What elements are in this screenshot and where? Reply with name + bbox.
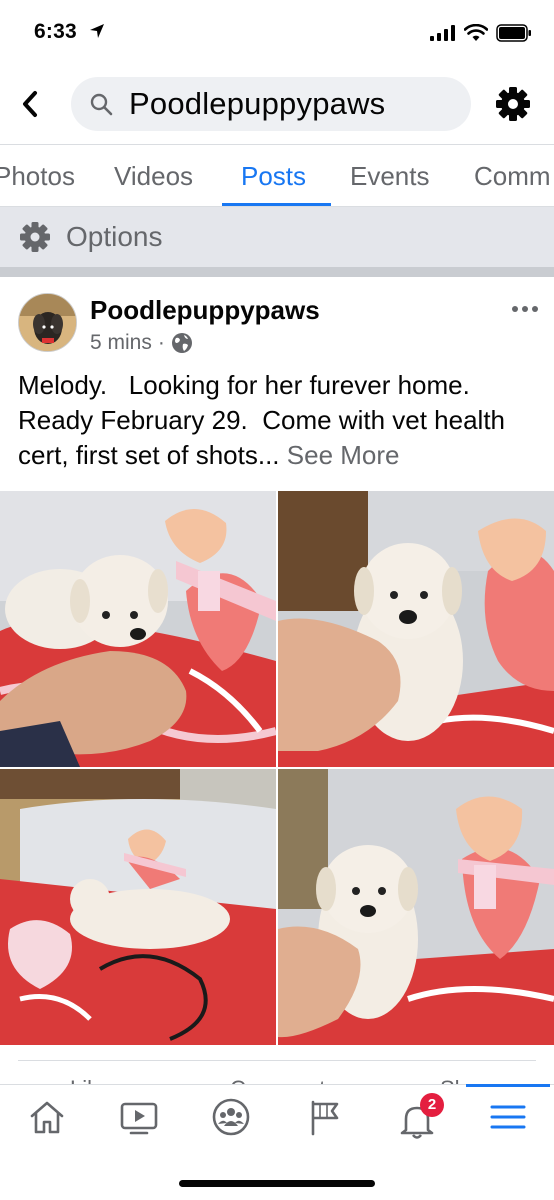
post-meta: 5 mins · — [90, 331, 193, 355]
settings-button[interactable] — [493, 84, 533, 124]
search-query: Poodlepuppypaws — [129, 86, 386, 121]
tab-photos[interactable]: Photos — [0, 161, 75, 192]
back-button[interactable] — [14, 86, 46, 122]
chevron-left-icon — [23, 91, 37, 117]
more-options-icon[interactable] — [510, 303, 540, 315]
see-more-link[interactable]: See More — [287, 440, 400, 470]
active-tab-indicator — [466, 1084, 550, 1087]
status-time: 6:33 — [34, 20, 77, 43]
status-icons — [430, 24, 532, 42]
location-arrow-icon — [90, 24, 104, 38]
tab-posts[interactable]: Posts — [241, 161, 306, 192]
wifi-icon — [464, 24, 488, 41]
post-photo-1[interactable] — [0, 491, 276, 767]
section-separator — [0, 267, 554, 277]
avatar-image — [19, 294, 76, 351]
post-photo-4[interactable] — [278, 769, 554, 1045]
cellular-signal-icon — [430, 25, 455, 41]
post-photo-3[interactable] — [0, 769, 276, 1045]
menu-icon[interactable] — [488, 1097, 528, 1137]
home-icon[interactable] — [27, 1097, 67, 1137]
search-input[interactable]: Poodlepuppypaws — [71, 77, 471, 131]
post-text: Melody. Looking for her furever home. Re… — [18, 370, 513, 470]
tab-communities[interactable]: Comm — [474, 161, 551, 192]
globe-icon — [171, 333, 192, 353]
gear-icon — [20, 222, 50, 252]
video-icon[interactable] — [119, 1097, 159, 1137]
post-author[interactable]: Poodlepuppypaws — [90, 295, 320, 326]
avatar[interactable] — [18, 293, 77, 352]
home-indicator[interactable] — [179, 1180, 375, 1187]
search-filter-tabs: Photos Videos Posts Events Comm — [0, 144, 554, 207]
post-actions-divider — [18, 1060, 536, 1061]
search-icon — [90, 93, 113, 116]
post-header: Poodlepuppypaws 5 mins · — [0, 277, 554, 365]
options-button[interactable]: Options — [0, 207, 554, 267]
status-bar: 6:33 — [0, 0, 554, 66]
meta-separator: · — [157, 331, 165, 354]
tab-events[interactable]: Events — [350, 161, 430, 192]
notification-badge: 2 — [420, 1093, 444, 1117]
groups-icon[interactable] — [211, 1097, 251, 1137]
search-header: Poodlepuppypaws — [0, 66, 554, 144]
pages-flag-icon[interactable] — [303, 1097, 343, 1137]
options-label: Options — [66, 221, 163, 252]
post-time[interactable]: 5 mins — [90, 331, 152, 355]
battery-icon — [496, 24, 531, 42]
photo-grid — [0, 491, 554, 1045]
post-photo-2[interactable] — [278, 491, 554, 767]
gear-icon — [496, 87, 530, 121]
post-body: Melody. Looking for her furever home. Re… — [18, 368, 538, 473]
tab-videos[interactable]: Videos — [114, 161, 193, 192]
